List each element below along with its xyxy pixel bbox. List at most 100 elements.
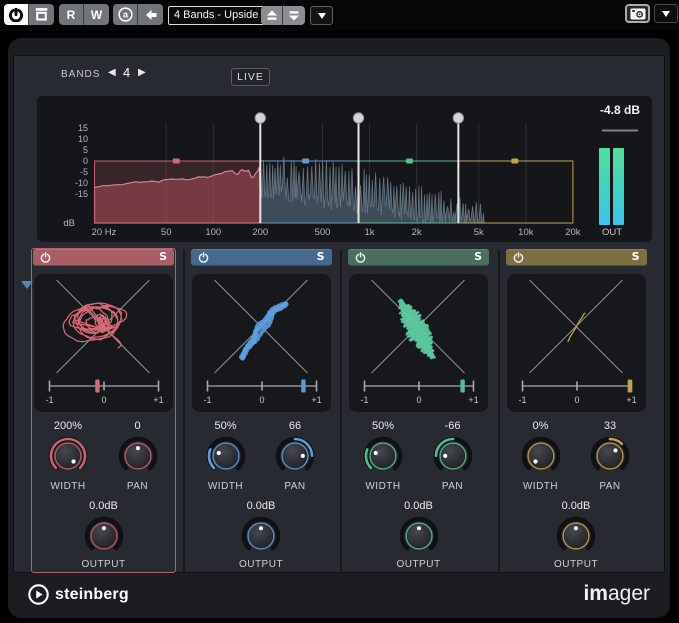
- output-knob[interactable]: [82, 514, 126, 558]
- product-name-rest: ager: [608, 582, 650, 605]
- band-solo-button[interactable]: S: [159, 250, 167, 263]
- width-value: 200%: [33, 420, 103, 432]
- vectorscope-graphic: -10+1: [192, 274, 331, 412]
- previous-preset-button[interactable]: [261, 6, 283, 25]
- scope-scale-label: -1: [45, 395, 53, 405]
- bands-area: S-10+1200%0WIDTHPAN0.0dBOUTPUTS-10+150%6…: [14, 248, 666, 573]
- band-4-header[interactable]: S: [506, 249, 647, 266]
- activate-button[interactable]: [4, 4, 29, 25]
- ab-compare-button[interactable]: a: [113, 4, 138, 25]
- band-power-icon[interactable]: [513, 252, 524, 263]
- spectrum-chart: 151050-5-10-15dB20 Hz501002005001k2k5k10…: [37, 96, 652, 242]
- band-1-vectorscope[interactable]: -1 0 +1: [34, 274, 173, 412]
- crossover-handle-knob[interactable]: [353, 113, 363, 123]
- live-button[interactable]: LIVE: [231, 68, 270, 86]
- snapshot-button[interactable]: [625, 4, 650, 23]
- power-icon: [9, 8, 23, 22]
- band-gain-handle[interactable]: [302, 159, 309, 164]
- band-gain-handle[interactable]: [173, 159, 180, 164]
- width-knob[interactable]: [204, 434, 248, 478]
- preset-field[interactable]: 4 Bands - Upside Down: [168, 6, 264, 25]
- brand-name: steinberg: [55, 586, 129, 604]
- correlation-handle[interactable]: [460, 380, 464, 393]
- band-1-header[interactable]: S: [33, 249, 174, 266]
- write-automation-button[interactable]: W: [84, 4, 109, 25]
- knob-graphic: [204, 434, 248, 478]
- scope-scale-label: 0: [416, 395, 421, 405]
- band-power-icon[interactable]: [40, 252, 51, 263]
- band-2-header[interactable]: S: [191, 249, 332, 266]
- svg-text:-5: -5: [80, 167, 88, 177]
- width-knob[interactable]: [519, 434, 563, 478]
- band-separator: [340, 250, 342, 571]
- band-solo-button[interactable]: S: [317, 250, 325, 263]
- band-power-icon[interactable]: [198, 252, 209, 263]
- output-label: OUTPUT: [505, 559, 648, 570]
- svg-text:200: 200: [252, 227, 268, 238]
- correlation-handle[interactable]: [301, 380, 305, 393]
- band-gain-handle[interactable]: [406, 159, 413, 164]
- crossover-handle-knob[interactable]: [453, 113, 463, 123]
- scope-scale-label: +1: [153, 395, 163, 405]
- read-automation-button[interactable]: R: [59, 4, 84, 25]
- correlation-handle[interactable]: [95, 380, 99, 393]
- svg-text:100: 100: [205, 227, 221, 238]
- width-label: WIDTH: [506, 481, 576, 492]
- width-value: 50%: [191, 420, 261, 432]
- band-3-header[interactable]: S: [348, 249, 489, 266]
- svg-text:OUT: OUT: [602, 227, 622, 238]
- width-label: WIDTH: [348, 481, 418, 492]
- plugin-toolbar: R W a 4 Bands - Upside Down: [0, 0, 679, 31]
- window-menu-button[interactable]: [654, 4, 678, 23]
- band-gain-handle[interactable]: [511, 159, 518, 164]
- band-power-icon[interactable]: [355, 252, 366, 263]
- output-knob[interactable]: [239, 514, 283, 558]
- band-panel-2[interactable]: S-10+150%66WIDTHPAN0.0dBOUTPUT: [190, 248, 333, 571]
- product-name-bold: im: [583, 582, 608, 605]
- band-panel-1[interactable]: S-10+1200%0WIDTHPAN0.0dBOUTPUT: [32, 248, 175, 571]
- output-knob[interactable]: [554, 514, 598, 558]
- band-3-vectorscope[interactable]: -10+1: [349, 274, 488, 412]
- output-knob[interactable]: [397, 514, 441, 558]
- pan-knob[interactable]: [273, 434, 317, 478]
- svg-text:15: 15: [78, 123, 88, 133]
- knob-graphic: [46, 434, 90, 478]
- band-panel-3[interactable]: S-10+150%-66WIDTHPAN0.0dBOUTPUT: [347, 248, 490, 571]
- bands-increment-button[interactable]: ▶: [138, 67, 146, 78]
- knob-graphic: [116, 434, 160, 478]
- pan-value: 0: [103, 420, 173, 432]
- preset-step-group: [261, 6, 305, 25]
- band-panel-4[interactable]: S-10+10%33WIDTHPAN0.0dBOUTPUT: [505, 248, 648, 571]
- correlation-handle[interactable]: [627, 380, 631, 393]
- pan-knob[interactable]: [431, 434, 475, 478]
- knob-graphic: [519, 434, 563, 478]
- plugin-window: BANDS ◀ 4 ▶ LIVE 151050-5-10-15dB20 Hz50…: [8, 38, 670, 618]
- knob-graphic: [361, 434, 405, 478]
- svg-text:a: a: [122, 10, 128, 20]
- band-2-vectorscope[interactable]: -10+1: [192, 274, 331, 412]
- band-solo-button[interactable]: S: [632, 250, 640, 263]
- next-preset-button[interactable]: [283, 6, 305, 25]
- width-knob[interactable]: [46, 434, 90, 478]
- bypass-icon: [35, 8, 48, 21]
- chevron-down-icon: [662, 11, 670, 17]
- svg-text:5: 5: [83, 145, 88, 155]
- bands-decrement-button[interactable]: ◀: [108, 67, 116, 78]
- bands-count-value[interactable]: 4: [123, 65, 130, 80]
- width-label: WIDTH: [191, 481, 261, 492]
- plugin-content: BANDS ◀ 4 ▶ LIVE 151050-5-10-15dB20 Hz50…: [13, 55, 665, 573]
- pan-knob[interactable]: [116, 434, 160, 478]
- bypass-group: [4, 4, 54, 25]
- crossover-handle-knob[interactable]: [255, 113, 265, 123]
- preset-menu-button[interactable]: [310, 6, 333, 25]
- band-solo-button[interactable]: S: [474, 250, 482, 263]
- scope-scale-label: 0: [101, 395, 106, 405]
- spectrum-display[interactable]: 151050-5-10-15dB20 Hz501002005001k2k5k10…: [37, 96, 652, 242]
- band-separator: [498, 250, 500, 571]
- band-4-vectorscope[interactable]: -10+1: [507, 274, 646, 412]
- copy-ab-button[interactable]: [138, 4, 163, 25]
- knob-graphic: [239, 514, 283, 558]
- width-knob[interactable]: [361, 434, 405, 478]
- pan-knob[interactable]: [588, 434, 632, 478]
- bypass-button[interactable]: [29, 4, 54, 25]
